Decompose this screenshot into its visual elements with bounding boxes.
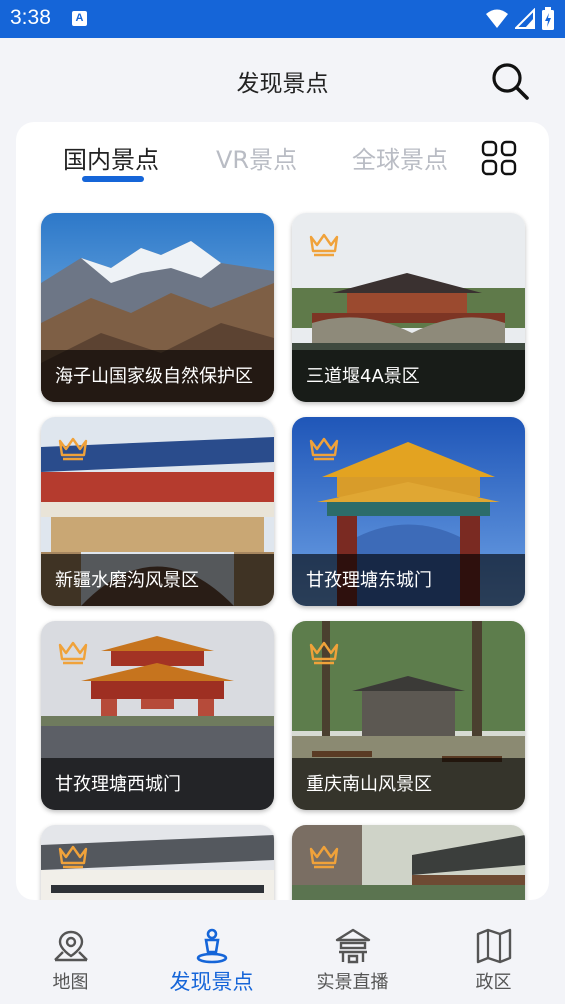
signal-icon <box>515 8 535 29</box>
premium-crown-icon <box>309 233 339 257</box>
grid-icon[interactable] <box>481 140 517 176</box>
premium-crown-icon <box>58 845 88 869</box>
spot-card[interactable]: 甘孜理塘东城门 <box>292 417 525 606</box>
tab-global[interactable]: 全球景点 <box>352 140 448 175</box>
battery-charging-icon <box>542 7 554 30</box>
region-map-icon <box>476 928 511 964</box>
pavilion-icon <box>335 928 370 964</box>
active-tab-indicator <box>82 176 144 182</box>
content-card: 国内景点 VR景点 全球景点 海子山国家级自然保护区 三道堰4A景区 新疆水磨沟… <box>16 122 549 900</box>
spot-card[interactable]: 海子山国家级自然保护区 <box>41 213 274 402</box>
nav-label: 地图 <box>52 972 89 993</box>
spot-card[interactable]: 重庆南山风景区 <box>292 621 525 810</box>
tab-domestic[interactable]: 国内景点 <box>63 140 159 175</box>
spot-name: 新疆水磨沟风景区 <box>41 554 274 606</box>
premium-crown-icon <box>309 641 339 665</box>
spot-card[interactable]: 甘孜理塘西城门 <box>41 621 274 810</box>
nav-item-map[interactable]: 地图 <box>0 916 141 1004</box>
spot-card[interactable]: 三道堰4A景区 <box>292 213 525 402</box>
search-icon[interactable] <box>489 60 531 102</box>
premium-crown-icon <box>309 437 339 461</box>
spot-card[interactable]: 新疆水磨沟风景区 <box>41 417 274 606</box>
nav-item-region[interactable]: 政区 <box>423 916 564 1004</box>
map-pin-icon <box>53 930 88 962</box>
status-icons <box>485 7 555 31</box>
status-time: 3:38 <box>10 6 51 29</box>
bottom-navigation: 地图 发现景点 实景直播 政区 <box>0 916 565 1004</box>
wifi-icon <box>486 9 508 28</box>
category-tabs: 国内景点 VR景点 全球景点 <box>16 122 549 200</box>
spot-name: 重庆南山风景区 <box>292 758 525 810</box>
nav-item-discover[interactable]: 发现景点 <box>141 916 282 1004</box>
spot-card[interactable] <box>292 825 525 900</box>
notification-icon: A <box>72 11 87 26</box>
nav-item-live[interactable]: 实景直播 <box>282 916 423 1004</box>
nav-label: 实景直播 <box>316 972 389 993</box>
premium-crown-icon <box>58 641 88 665</box>
app-header: 发现景点 <box>0 38 565 122</box>
tab-vr[interactable]: VR景点 <box>216 140 297 175</box>
discover-person-icon <box>196 928 227 964</box>
status-bar: 3:38 A <box>0 0 565 38</box>
spot-name: 三道堰4A景区 <box>292 350 525 402</box>
spot-name: 海子山国家级自然保护区 <box>41 350 274 402</box>
premium-crown-icon <box>309 845 339 869</box>
premium-crown-icon <box>58 437 88 461</box>
nav-label: 发现景点 <box>169 970 254 994</box>
page-title: 发现景点 <box>236 71 329 97</box>
spot-name: 甘孜理塘西城门 <box>41 758 274 810</box>
spot-name: 甘孜理塘东城门 <box>292 554 525 606</box>
spot-card[interactable] <box>41 825 274 900</box>
nav-label: 政区 <box>475 972 512 993</box>
